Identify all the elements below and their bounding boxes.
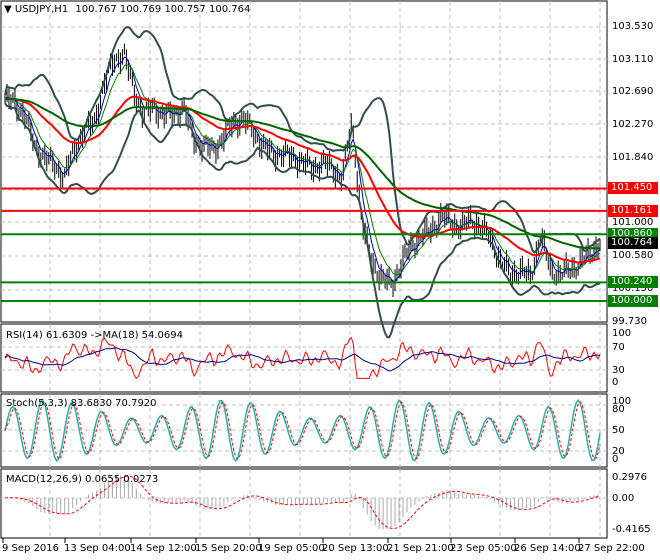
dropdown-triangle-icon[interactable]: ▼ [4, 4, 12, 15]
time-axis-label: 9 Sep 2016 [2, 543, 60, 554]
current-price-tag: 100.764 [608, 236, 658, 249]
symbol-header[interactable]: ▼ USDJPY,H1 100.767 100.769 100.757 100.… [4, 4, 250, 16]
stoch-axis-80: 80 [612, 404, 625, 415]
time-axis-label: 26 Sep 14:00 [514, 543, 581, 554]
stoch-axis-0: 0 [612, 454, 619, 465]
rsi-axis-0: 0 [612, 377, 619, 388]
time-axis-label: 20 Sep 13:00 [322, 543, 389, 554]
macd-axis-max: 0.2976 [612, 472, 647, 483]
price-axis-label: 100.580 [612, 250, 654, 261]
time-axis-label: 27 Sep 22:00 [578, 543, 645, 554]
symbol-label: USDJPY,H1 [14, 4, 69, 15]
macd-label: MACD(12,26,9) 0.0655 0.0273 [6, 474, 159, 485]
price-axis-label: 101.840 [612, 152, 654, 164]
price-axis-label: 103.110 [612, 53, 654, 65]
ohlc-values: 100.767 100.769 100.757 100.764 [75, 4, 251, 15]
price-axis-label: 102.270 [612, 118, 654, 130]
time-axis-label: 14 Sep 12:00 [130, 543, 197, 554]
rsi-axis-70: 70 [612, 342, 625, 353]
macd-axis-min: -0.4165 [612, 524, 651, 535]
time-axis-label: 21 Sep 21:00 [387, 543, 454, 554]
rsi-label: RSI(14) 61.6309 ->MA(18) 54.0694 [6, 330, 183, 341]
level-tag: 100.240 [608, 276, 658, 289]
level-tag: 101.161 [608, 204, 658, 217]
time-axis-label: 13 Sep 04:00 [64, 543, 131, 554]
price-axis-label: 102.690 [612, 86, 654, 98]
rsi-axis-100: 100 [612, 328, 632, 339]
level-tag: 100.000 [608, 295, 658, 308]
time-axis-label: 23 Sep 05:00 [450, 543, 517, 554]
price-axis-label: 99.730 [612, 316, 647, 327]
stoch-axis-50: 50 [612, 425, 625, 436]
time-axis-label: 15 Sep 20:00 [195, 543, 262, 554]
level-tag: 101.450 [608, 182, 658, 195]
time-axis-label: 19 Sep 05:00 [258, 543, 325, 554]
rsi-axis-30: 30 [612, 365, 625, 376]
stoch-label: Stoch(5,3,3) 83.6830 70.7920 [6, 398, 157, 409]
price-axis-label: 103.530 [612, 21, 654, 32]
macd-axis-zero: 0.00 [612, 493, 635, 504]
